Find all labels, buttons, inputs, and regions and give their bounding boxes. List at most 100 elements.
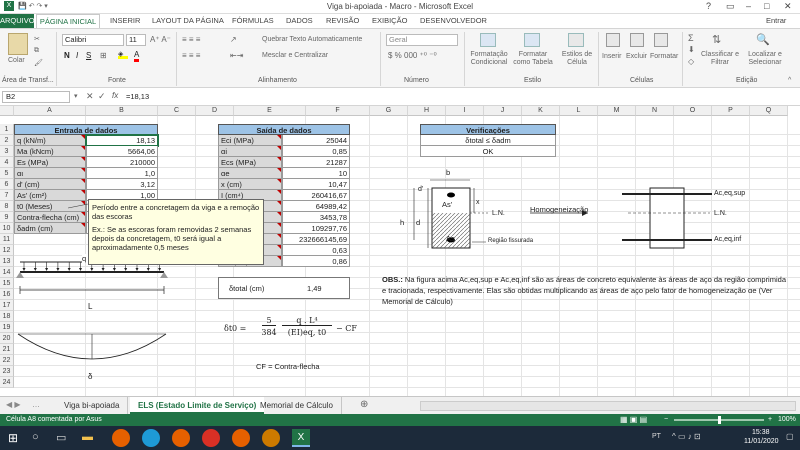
align-top-icon[interactable]: ≡ ≡ ≡ [182, 35, 200, 44]
row-header[interactable]: 1 [0, 124, 14, 135]
column-header[interactable]: I [446, 106, 484, 116]
chrome-icon[interactable] [202, 429, 220, 447]
input-label[interactable]: Ma (kNcm) [14, 146, 86, 157]
row-header[interactable]: 4 [0, 157, 14, 168]
firefox-icon[interactable] [112, 429, 130, 447]
file-explorer-icon[interactable]: ▬ [82, 431, 93, 443]
input-value[interactable]: 3,12 [86, 179, 158, 190]
row-header[interactable]: 8 [0, 201, 14, 212]
input-value[interactable]: 210000 [86, 157, 158, 168]
input-label[interactable]: d' (cm) [14, 179, 86, 190]
insert-button[interactable]: Inserir [602, 53, 621, 60]
paste-icon[interactable] [8, 33, 28, 55]
column-header[interactable]: O [674, 106, 712, 116]
row-header[interactable]: 9 [0, 212, 14, 223]
sort-filter-icon[interactable]: ⇅ [712, 33, 721, 46]
firefox-icon-3[interactable] [232, 429, 250, 447]
output-title[interactable]: Saída de dados [218, 124, 350, 135]
worksheet-grid[interactable]: ABCDEFGHIJKLMNOPQ 1 2 3 4 5 6 7 8 9 10 11 12 13 14 15 1… [0, 106, 800, 396]
output-label[interactable]: Eci (MPa) [218, 135, 282, 146]
borders-icon[interactable]: ⊞ [100, 51, 107, 60]
row-header[interactable]: 11 [0, 234, 14, 245]
tab-developer[interactable]: DESENVOLVEDOR [420, 16, 487, 25]
zoom-in-icon[interactable]: + [768, 414, 772, 426]
output-value[interactable]: 10,47 [282, 179, 350, 190]
edge-icon[interactable] [142, 429, 160, 447]
delta-total-box[interactable]: δtotal (cm) 1,49 [218, 277, 350, 299]
tab-review[interactable]: REVISÃO [326, 16, 359, 25]
column-header[interactable]: H [408, 106, 446, 116]
close-button[interactable]: ✕ [784, 1, 792, 12]
column-header[interactable]: N [636, 106, 674, 116]
row-header[interactable]: 22 [0, 355, 14, 366]
cell-styles-icon[interactable] [568, 33, 584, 47]
column-header[interactable]: L [560, 106, 598, 116]
output-value[interactable]: 10 [282, 168, 350, 179]
font-size-select[interactable]: 11 [126, 34, 146, 46]
notifications-icon[interactable]: ▢ [786, 432, 794, 441]
output-value[interactable]: 260416,67 [282, 190, 350, 201]
row-header[interactable]: 13 [0, 256, 14, 267]
app-icon[interactable] [262, 429, 280, 447]
clock-time[interactable]: 15:38 [752, 429, 770, 436]
sheet-tab-memorial[interactable]: Memorial de Cálculo [252, 397, 342, 414]
number-format-select[interactable]: Geral [386, 34, 458, 46]
zoom-level[interactable]: 100% [778, 414, 796, 426]
row-header[interactable]: 14 [0, 267, 14, 278]
orientation-icon[interactable]: ↗ [230, 35, 237, 44]
zoom-out-icon[interactable]: − [664, 414, 668, 426]
delete-button[interactable]: Excluir [626, 53, 647, 60]
ribbon-options-icon[interactable]: ▭ [726, 1, 735, 12]
conditional-format-button[interactable]: Formatação Condicional [468, 51, 510, 67]
wrap-text-button[interactable]: Quebrar Texto Automaticamente [262, 36, 362, 43]
sheet-tab-viga[interactable]: Viga bi-apoiada [56, 397, 129, 414]
column-header[interactable]: B [86, 106, 158, 116]
row-header[interactable]: 17 [0, 300, 14, 311]
row-header[interactable]: 2 [0, 135, 14, 146]
row-header[interactable]: 15 [0, 278, 14, 289]
row-header[interactable]: 19 [0, 322, 14, 333]
cell-comment[interactable]: Período entre a concretagem da viga e a … [88, 199, 264, 265]
font-color-icon[interactable]: A [134, 50, 140, 62]
horizontal-scrollbar[interactable] [420, 401, 796, 411]
column-header[interactable]: M [598, 106, 636, 116]
row-header[interactable]: 10 [0, 223, 14, 234]
tray-icons[interactable]: ^ ▭ ♪ ⊡ [672, 432, 701, 441]
row-header[interactable]: 16 [0, 289, 14, 300]
italic-icon[interactable]: I [76, 51, 78, 60]
cell-styles-button[interactable]: Estilos de Célula [558, 51, 596, 67]
row-header[interactable]: 24 [0, 377, 14, 388]
row-header[interactable]: 3 [0, 146, 14, 157]
output-value[interactable]: 109297,76 [282, 223, 350, 234]
search-icon[interactable]: ○ [32, 431, 39, 443]
maximize-button[interactable]: □ [764, 1, 769, 11]
select-all-corner[interactable] [0, 106, 14, 116]
verify-condition[interactable]: δtotal ≤ δadm [420, 135, 556, 146]
row-header[interactable]: 23 [0, 366, 14, 377]
format-painter-icon[interactable]: 🖌 [34, 59, 43, 67]
format-button[interactable]: Formatar [650, 53, 678, 60]
insert-function-icon[interactable]: fx [112, 91, 118, 100]
input-value[interactable]: 18,13 [85, 134, 159, 147]
indent-icon[interactable]: ⇤⇥ [230, 51, 243, 60]
font-grow-icon[interactable]: A⁺ A⁻ [150, 35, 171, 44]
input-label[interactable]: q (kN/m) [14, 135, 86, 146]
output-value[interactable]: 21287 [282, 157, 350, 168]
output-label[interactable]: x (cm) [218, 179, 282, 190]
conditional-format-icon[interactable] [480, 33, 496, 47]
row-header[interactable]: 20 [0, 333, 14, 344]
output-value[interactable]: 64989,42 [282, 201, 350, 212]
excel-taskbar-icon[interactable]: X [292, 429, 310, 447]
task-view-icon[interactable]: ▭ [56, 431, 66, 444]
column-header[interactable]: A [14, 106, 86, 116]
clock-date[interactable]: 11/01/2020 [744, 438, 779, 445]
column-header[interactable]: F [306, 106, 370, 116]
output-value[interactable]: 232666145,69 [282, 234, 350, 245]
name-box[interactable]: B2 [2, 91, 70, 103]
output-label[interactable]: Ecs (MPa) [218, 157, 282, 168]
column-header[interactable]: J [484, 106, 522, 116]
cancel-icon[interactable]: ✕ [86, 91, 94, 102]
insert-cells-icon[interactable] [606, 33, 620, 47]
tab-formulas[interactable]: FÓRMULAS [232, 16, 274, 25]
column-header[interactable]: K [522, 106, 560, 116]
